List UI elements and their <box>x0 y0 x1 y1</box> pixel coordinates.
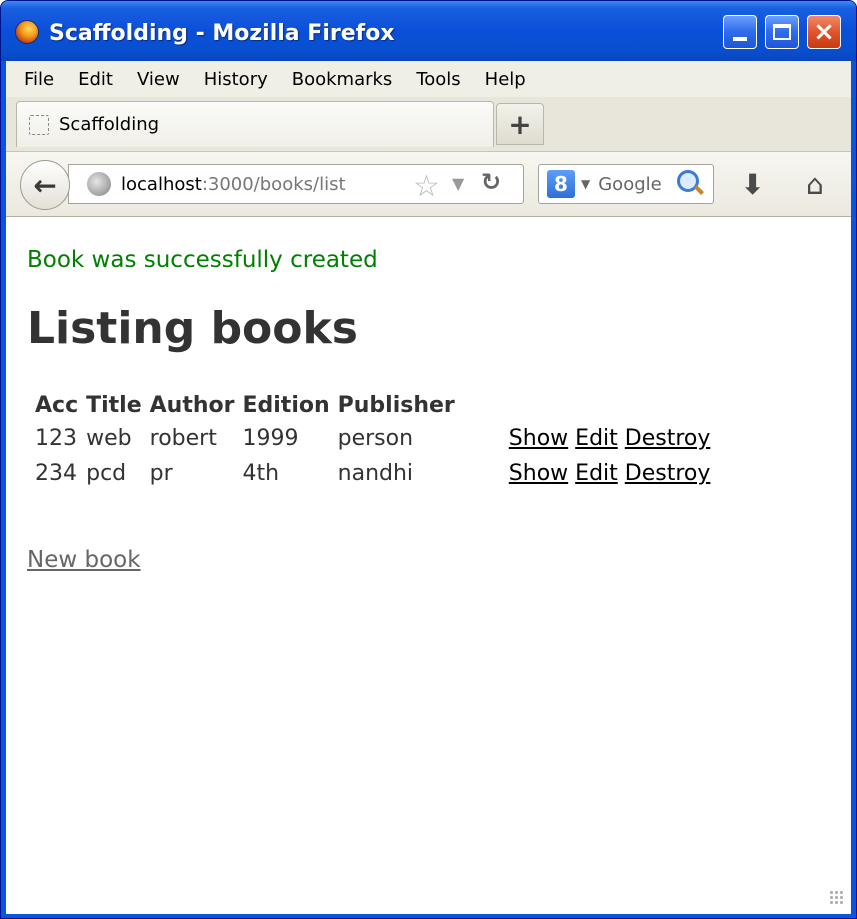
menu-view[interactable]: View <box>125 69 192 90</box>
search-engine-icon[interactable]: 8 <box>547 170 575 198</box>
back-arrow-icon: ← <box>33 168 57 202</box>
cell-title: web <box>86 426 132 451</box>
menu-bookmarks[interactable]: Bookmarks <box>280 69 405 90</box>
tab-strip: Scaffolding + <box>6 97 851 151</box>
menu-tools[interactable]: Tools <box>404 69 472 90</box>
close-button[interactable]: × <box>807 15 841 49</box>
magnifier-icon[interactable] <box>677 170 699 192</box>
tab-label: Scaffolding <box>59 114 160 135</box>
search-input[interactable]: Google <box>598 174 661 195</box>
cell-actions: Show Edit Destroy <box>461 459 713 488</box>
maximize-button[interactable] <box>765 15 799 49</box>
reload-icon[interactable]: ↻ <box>481 168 501 196</box>
cell-edition: 4th <box>242 461 280 486</box>
menu-edit[interactable]: Edit <box>66 69 125 90</box>
new-tab-button[interactable]: + <box>496 103 544 145</box>
column-header-title: Title <box>86 393 142 418</box>
resize-grip[interactable] <box>829 890 845 906</box>
column-header-edition: Edition <box>242 393 330 418</box>
search-engine-dropdown-icon[interactable]: ▼ <box>581 177 590 191</box>
menu-help[interactable]: Help <box>473 69 538 90</box>
back-button[interactable]: ← <box>20 160 70 210</box>
url-path: :3000/books/list <box>201 173 346 195</box>
close-icon: × <box>813 17 835 47</box>
url-host: localhost <box>121 173 202 195</box>
show-link[interactable]: Show <box>509 426 568 451</box>
tab-scaffolding[interactable]: Scaffolding <box>16 101 494 147</box>
notice-message: Book was successfully created <box>27 247 378 273</box>
home-icon[interactable]: ⌂ <box>806 168 824 201</box>
url-bar[interactable]: localhost:3000/books/list ☆ ▼ ↻ <box>68 164 524 204</box>
history-dropdown-icon[interactable]: ▼ <box>452 174 464 193</box>
menu-file[interactable]: File <box>6 69 66 90</box>
navigation-bar: localhost:3000/books/list ☆ ▼ ↻ ← 8 ▼ Go… <box>6 151 851 217</box>
table-row: 123 web robert 1999 person Show Edit Des… <box>33 424 712 453</box>
cell-title: pcd <box>86 461 127 486</box>
destroy-link[interactable]: Destroy <box>625 461 711 486</box>
column-header-publisher: Publisher <box>337 393 455 418</box>
new-book-link[interactable]: New book <box>27 547 141 573</box>
column-header-acc: Acc <box>35 393 79 418</box>
title-bar[interactable]: Scaffolding - Mozilla Firefox × <box>1 1 856 61</box>
table-header-row: Acc Title Author Edition Publisher <box>33 393 712 418</box>
table-row: 234 pcd pr 4th nandhi Show Edit Destroy <box>33 459 712 488</box>
cell-acc: 123 <box>35 426 77 451</box>
page-title: Listing books <box>27 303 358 354</box>
star-icon[interactable]: ☆ <box>413 169 440 204</box>
show-link[interactable]: Show <box>509 461 568 486</box>
books-table: Acc Title Author Edition Publisher 123 w… <box>29 387 716 494</box>
cell-publisher: person <box>337 426 414 451</box>
globe-icon <box>87 172 111 196</box>
maximize-icon <box>773 24 791 40</box>
menu-history[interactable]: History <box>192 69 280 90</box>
column-header-actions <box>461 393 713 418</box>
cell-acc: 234 <box>35 461 77 486</box>
column-header-author: Author <box>149 393 235 418</box>
edit-link[interactable]: Edit <box>575 461 618 486</box>
page-content: Book was successfully created Listing bo… <box>6 217 851 914</box>
cell-author: robert <box>149 426 217 451</box>
menu-bar: File Edit View History Bookmarks Tools H… <box>6 61 851 97</box>
page-favicon-icon <box>29 114 49 135</box>
cell-author: pr <box>149 461 173 486</box>
minimize-icon <box>733 37 747 41</box>
window-title: Scaffolding - Mozilla Firefox <box>49 21 395 46</box>
minimize-button[interactable] <box>723 15 757 49</box>
browser-window: Scaffolding - Mozilla Firefox × File Edi… <box>0 0 857 919</box>
firefox-icon <box>15 20 39 44</box>
cell-publisher: nandhi <box>337 461 414 486</box>
cell-actions: Show Edit Destroy <box>461 424 713 453</box>
cell-edition: 1999 <box>242 426 299 451</box>
edit-link[interactable]: Edit <box>575 426 618 451</box>
destroy-link[interactable]: Destroy <box>625 426 711 451</box>
search-bar[interactable]: 8 ▼ Google <box>538 164 714 204</box>
download-icon[interactable]: ⬇ <box>741 168 764 201</box>
